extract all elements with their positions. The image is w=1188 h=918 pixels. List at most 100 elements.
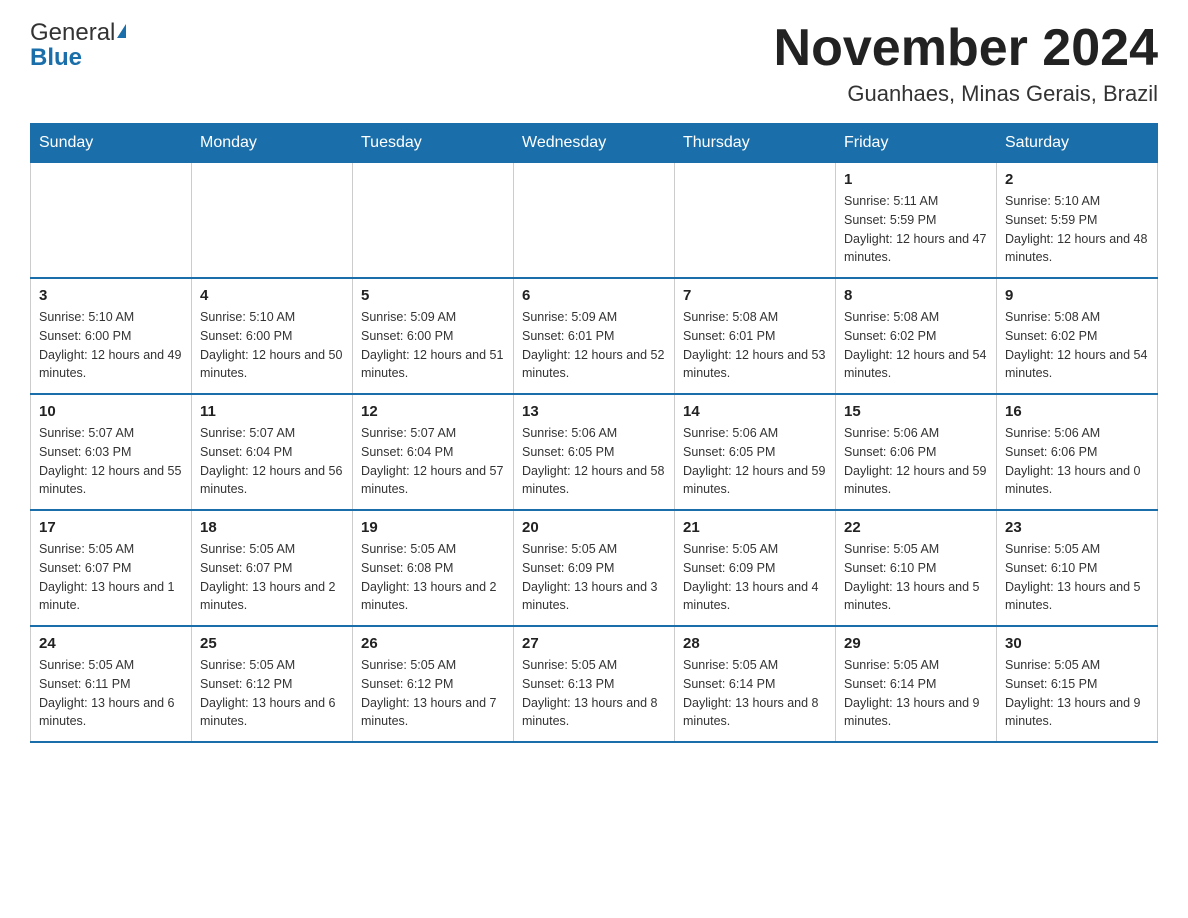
table-row: 2 Sunrise: 5:10 AM Sunset: 5:59 PM Daylig… bbox=[997, 163, 1158, 279]
table-row bbox=[353, 163, 514, 279]
table-row: 5 Sunrise: 5:09 AM Sunset: 6:00 PM Daylig… bbox=[353, 278, 514, 394]
day-info: Sunrise: 5:05 AM Sunset: 6:14 PM Dayligh… bbox=[844, 656, 988, 731]
day-info: Sunrise: 5:07 AM Sunset: 6:04 PM Dayligh… bbox=[361, 424, 505, 499]
day-info: Sunrise: 5:05 AM Sunset: 6:13 PM Dayligh… bbox=[522, 656, 666, 731]
day-info: Sunrise: 5:08 AM Sunset: 6:01 PM Dayligh… bbox=[683, 308, 827, 383]
header-tuesday: Tuesday bbox=[353, 124, 514, 163]
day-number: 6 bbox=[522, 287, 666, 304]
header-saturday: Saturday bbox=[997, 124, 1158, 163]
calendar-table: Sunday Monday Tuesday Wednesday Thursday… bbox=[30, 123, 1158, 743]
day-info: Sunrise: 5:05 AM Sunset: 6:10 PM Dayligh… bbox=[844, 540, 988, 615]
day-info: Sunrise: 5:05 AM Sunset: 6:11 PM Dayligh… bbox=[39, 656, 183, 731]
day-number: 30 bbox=[1005, 635, 1149, 652]
day-info: Sunrise: 5:06 AM Sunset: 6:06 PM Dayligh… bbox=[1005, 424, 1149, 499]
logo-general: General bbox=[30, 20, 115, 46]
day-number: 16 bbox=[1005, 403, 1149, 420]
logo-blue: Blue bbox=[30, 44, 82, 72]
table-row: 10 Sunrise: 5:07 AM Sunset: 6:03 PM Dayli… bbox=[31, 394, 192, 510]
calendar-week-row: 17 Sunrise: 5:05 AM Sunset: 6:07 PM Dayli… bbox=[31, 510, 1158, 626]
table-row: 22 Sunrise: 5:05 AM Sunset: 6:10 PM Dayli… bbox=[836, 510, 997, 626]
day-number: 5 bbox=[361, 287, 505, 304]
day-number: 22 bbox=[844, 519, 988, 536]
day-info: Sunrise: 5:05 AM Sunset: 6:09 PM Dayligh… bbox=[522, 540, 666, 615]
header-friday: Friday bbox=[836, 124, 997, 163]
table-row: 25 Sunrise: 5:05 AM Sunset: 6:12 PM Dayli… bbox=[192, 626, 353, 742]
month-title: November 2024 bbox=[774, 20, 1158, 77]
table-row bbox=[514, 163, 675, 279]
day-info: Sunrise: 5:08 AM Sunset: 6:02 PM Dayligh… bbox=[1005, 308, 1149, 383]
day-info: Sunrise: 5:07 AM Sunset: 6:03 PM Dayligh… bbox=[39, 424, 183, 499]
header-thursday: Thursday bbox=[675, 124, 836, 163]
table-row: 17 Sunrise: 5:05 AM Sunset: 6:07 PM Dayli… bbox=[31, 510, 192, 626]
day-info: Sunrise: 5:11 AM Sunset: 5:59 PM Dayligh… bbox=[844, 192, 988, 267]
table-row bbox=[192, 163, 353, 279]
table-row: 13 Sunrise: 5:06 AM Sunset: 6:05 PM Dayli… bbox=[514, 394, 675, 510]
day-number: 24 bbox=[39, 635, 183, 652]
table-row: 6Sunrise: 5:09 AM Sunset: 6:01 PM Daylig… bbox=[514, 278, 675, 394]
day-number: 11 bbox=[200, 403, 344, 420]
logo-triangle-icon bbox=[117, 24, 126, 38]
day-info: Sunrise: 5:10 AM Sunset: 5:59 PM Dayligh… bbox=[1005, 192, 1149, 267]
day-number: 28 bbox=[683, 635, 827, 652]
table-row: 15Sunrise: 5:06 AM Sunset: 6:06 PM Dayli… bbox=[836, 394, 997, 510]
day-info: Sunrise: 5:06 AM Sunset: 6:05 PM Dayligh… bbox=[683, 424, 827, 499]
day-number: 14 bbox=[683, 403, 827, 420]
day-number: 3 bbox=[39, 287, 183, 304]
day-info: Sunrise: 5:07 AM Sunset: 6:04 PM Dayligh… bbox=[200, 424, 344, 499]
table-row: 26Sunrise: 5:05 AM Sunset: 6:12 PM Dayli… bbox=[353, 626, 514, 742]
day-info: Sunrise: 5:09 AM Sunset: 6:00 PM Dayligh… bbox=[361, 308, 505, 383]
day-info: Sunrise: 5:10 AM Sunset: 6:00 PM Dayligh… bbox=[200, 308, 344, 383]
header-wednesday: Wednesday bbox=[514, 124, 675, 163]
table-row: 19Sunrise: 5:05 AM Sunset: 6:08 PM Dayli… bbox=[353, 510, 514, 626]
day-info: Sunrise: 5:05 AM Sunset: 6:12 PM Dayligh… bbox=[361, 656, 505, 731]
calendar-week-row: 1 Sunrise: 5:11 AM Sunset: 5:59 PM Daylig… bbox=[31, 163, 1158, 279]
header-sunday: Sunday bbox=[31, 124, 192, 163]
day-info: Sunrise: 5:05 AM Sunset: 6:12 PM Dayligh… bbox=[200, 656, 344, 731]
day-number: 13 bbox=[522, 403, 666, 420]
calendar-week-row: 10 Sunrise: 5:07 AM Sunset: 6:03 PM Dayli… bbox=[31, 394, 1158, 510]
day-number: 27 bbox=[522, 635, 666, 652]
table-row: 4 Sunrise: 5:10 AM Sunset: 6:00 PM Daylig… bbox=[192, 278, 353, 394]
table-row: 30Sunrise: 5:05 AM Sunset: 6:15 PM Dayli… bbox=[997, 626, 1158, 742]
day-number: 8 bbox=[844, 287, 988, 304]
day-number: 20 bbox=[522, 519, 666, 536]
table-row: 1 Sunrise: 5:11 AM Sunset: 5:59 PM Daylig… bbox=[836, 163, 997, 279]
day-info: Sunrise: 5:05 AM Sunset: 6:07 PM Dayligh… bbox=[200, 540, 344, 615]
table-row: 16 Sunrise: 5:06 AM Sunset: 6:06 PM Dayli… bbox=[997, 394, 1158, 510]
day-info: Sunrise: 5:08 AM Sunset: 6:02 PM Dayligh… bbox=[844, 308, 988, 383]
table-row: 28 Sunrise: 5:05 AM Sunset: 6:14 PM Dayli… bbox=[675, 626, 836, 742]
table-row bbox=[675, 163, 836, 279]
day-info: Sunrise: 5:05 AM Sunset: 6:07 PM Dayligh… bbox=[39, 540, 183, 615]
table-row bbox=[31, 163, 192, 279]
day-number: 17 bbox=[39, 519, 183, 536]
day-number: 29 bbox=[844, 635, 988, 652]
day-number: 23 bbox=[1005, 519, 1149, 536]
calendar-header-row: Sunday Monday Tuesday Wednesday Thursday… bbox=[31, 124, 1158, 163]
day-number: 7 bbox=[683, 287, 827, 304]
day-number: 4 bbox=[200, 287, 344, 304]
table-row: 27 Sunrise: 5:05 AM Sunset: 6:13 PM Dayli… bbox=[514, 626, 675, 742]
table-row: 29 Sunrise: 5:05 AM Sunset: 6:14 PM Dayli… bbox=[836, 626, 997, 742]
table-row: 24 Sunrise: 5:05 AM Sunset: 6:11 PM Dayli… bbox=[31, 626, 192, 742]
day-number: 9 bbox=[1005, 287, 1149, 304]
table-row: 18Sunrise: 5:05 AM Sunset: 6:07 PM Dayli… bbox=[192, 510, 353, 626]
table-row: 12Sunrise: 5:07 AM Sunset: 6:04 PM Dayli… bbox=[353, 394, 514, 510]
table-row: 23Sunrise: 5:05 AM Sunset: 6:10 PM Dayli… bbox=[997, 510, 1158, 626]
table-row: 20 Sunrise: 5:05 AM Sunset: 6:09 PM Dayli… bbox=[514, 510, 675, 626]
logo: General Blue bbox=[30, 20, 126, 72]
day-info: Sunrise: 5:06 AM Sunset: 6:05 PM Dayligh… bbox=[522, 424, 666, 499]
day-info: Sunrise: 5:05 AM Sunset: 6:14 PM Dayligh… bbox=[683, 656, 827, 731]
header-monday: Monday bbox=[192, 124, 353, 163]
table-row: 14 Sunrise: 5:06 AM Sunset: 6:05 PM Dayli… bbox=[675, 394, 836, 510]
day-number: 2 bbox=[1005, 171, 1149, 188]
day-number: 15 bbox=[844, 403, 988, 420]
day-number: 19 bbox=[361, 519, 505, 536]
day-number: 10 bbox=[39, 403, 183, 420]
location-title: Guanhaes, Minas Gerais, Brazil bbox=[774, 81, 1158, 107]
day-number: 21 bbox=[683, 519, 827, 536]
table-row: 3Sunrise: 5:10 AM Sunset: 6:00 PM Daylig… bbox=[31, 278, 192, 394]
page-header: General Blue November 2024 Guanhaes, Min… bbox=[30, 20, 1158, 107]
day-number: 1 bbox=[844, 171, 988, 188]
table-row: 11 Sunrise: 5:07 AM Sunset: 6:04 PM Dayli… bbox=[192, 394, 353, 510]
day-number: 25 bbox=[200, 635, 344, 652]
